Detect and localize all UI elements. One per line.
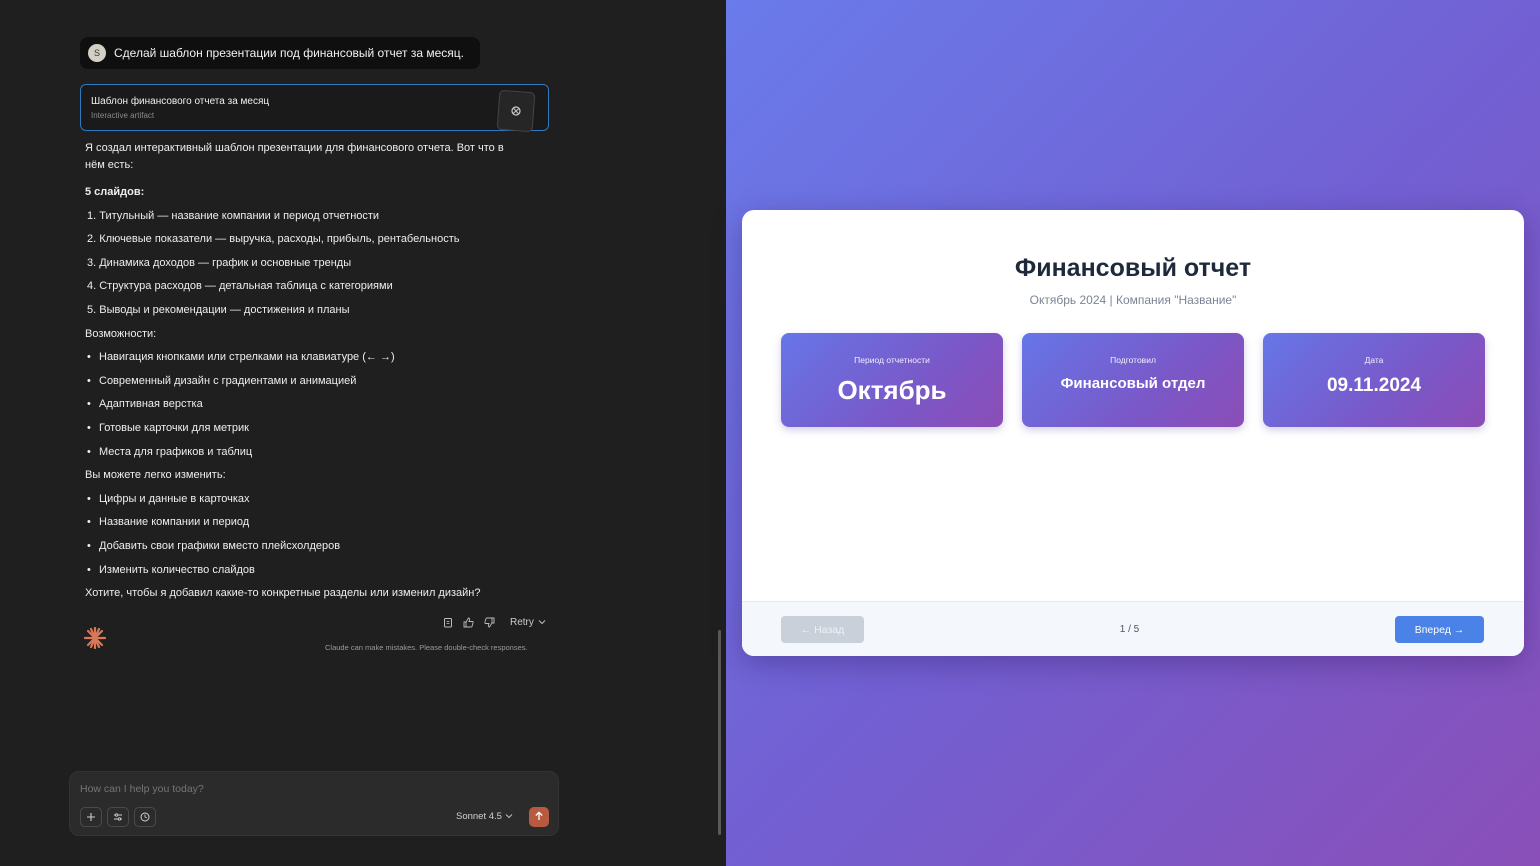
next-slide-button[interactable]: Вперед → <box>1395 616 1484 643</box>
thumbs-up-icon[interactable] <box>462 616 475 629</box>
message-input[interactable] <box>80 783 480 795</box>
reply-intro: Я создал интерактивный шаблон презентаци… <box>85 142 504 171</box>
artifact-subtitle: Interactive artifact <box>91 111 155 120</box>
list-item: 2. Ключевые показатели — выручка, расход… <box>87 233 460 246</box>
retry-label: Retry <box>510 617 534 628</box>
plus-icon[interactable] <box>80 807 102 827</box>
arrow-up-icon <box>534 810 544 824</box>
list-item: Добавить свои графики вместо плейсхолдер… <box>85 535 525 559</box>
list-item: 3. Динамика доходов — график и основные … <box>87 256 352 269</box>
metric-label: Дата <box>1364 355 1384 365</box>
slide-subtitle: Октябрь 2024 | Компания "Название" <box>1029 293 1237 307</box>
user-avatar: S <box>88 44 106 62</box>
chat-panel: S Сделай шаблон презентации под финансов… <box>0 0 726 866</box>
list-item: Изменить количество слайдов <box>85 559 525 583</box>
slide-navigation: ← Назад 1 / 5 Вперед → <box>742 601 1524 656</box>
metric-card-date: Дата 09.11.2024 <box>1263 333 1485 427</box>
list-item: 1. Титульный — название компании и перио… <box>87 209 380 222</box>
list-item: 4. Структура расходов — детальная таблиц… <box>87 280 393 293</box>
chevron-down-icon <box>538 617 546 628</box>
artifact-preview: Финансовый отчет Октябрь 2024 | Компания… <box>726 0 1540 866</box>
metric-label: Подготовил <box>1110 355 1156 365</box>
reply-question: Хотите, чтобы я добавил какие-то конкрет… <box>85 587 481 600</box>
list-item: 5. Выводы и рекомендации — достижения и … <box>87 303 350 316</box>
user-message-text: Сделай шаблон презентации под финансовый… <box>114 46 464 60</box>
disclaimer: Claude can make mistakes. Please double-… <box>325 643 528 652</box>
user-message: S Сделай шаблон презентации под финансов… <box>80 37 480 69</box>
list-item: Навигация кнопками или стрелками на клав… <box>85 346 525 370</box>
message-actions: Retry <box>441 616 546 629</box>
metric-label: Период отчетности <box>854 355 930 365</box>
copy-icon[interactable] <box>441 616 454 629</box>
metric-card-prepared-by: Подготовил Финансовый отдел <box>1022 333 1244 427</box>
send-button[interactable] <box>529 807 549 827</box>
list-item: Места для графиков и таблиц <box>85 441 525 465</box>
chat-scrollbar[interactable] <box>718 630 721 835</box>
assistant-reply: Я создал интерактивный шаблон презентаци… <box>85 140 525 606</box>
claude-logo-icon <box>83 626 107 650</box>
artifact-card[interactable]: Шаблон финансового отчета за месяц Inter… <box>80 84 549 133</box>
reply-heading-features: Возможности: <box>85 327 157 340</box>
metric-card-period: Период отчетности Октябрь <box>781 333 1003 427</box>
clock-icon[interactable] <box>134 807 156 827</box>
list-item: Название компании и период <box>85 511 525 535</box>
model-selector[interactable]: Sonnet 4.5 <box>456 811 513 822</box>
model-label: Sonnet 4.5 <box>456 811 502 822</box>
composer: Sonnet 4.5 <box>69 771 559 836</box>
reply-heading-slides: 5 слайдов: <box>85 186 145 198</box>
code-icon <box>496 89 536 133</box>
reply-heading-edits: Вы можете легко изменить: <box>85 469 226 482</box>
thumbs-down-icon[interactable] <box>483 616 496 629</box>
retry-button[interactable]: Retry <box>510 617 546 628</box>
slide: Финансовый отчет Октябрь 2024 | Компания… <box>742 210 1524 656</box>
list-item: Готовые карточки для метрик <box>85 417 525 441</box>
metric-value: Октябрь <box>837 375 947 405</box>
list-item: Адаптивная верстка <box>85 393 525 417</box>
metric-value: Финансовый отдел <box>1060 375 1206 392</box>
settings-sliders-icon[interactable] <box>107 807 129 827</box>
metric-value: 09.11.2024 <box>1326 375 1422 396</box>
list-item: Современный дизайн с градиентами и анима… <box>85 370 525 394</box>
chevron-down-icon <box>505 811 513 822</box>
slide-title: Финансовый отчет <box>1014 254 1252 282</box>
list-item: Цифры и данные в карточках <box>85 488 525 512</box>
artifact-title: Шаблон финансового отчета за месяц <box>91 96 270 107</box>
